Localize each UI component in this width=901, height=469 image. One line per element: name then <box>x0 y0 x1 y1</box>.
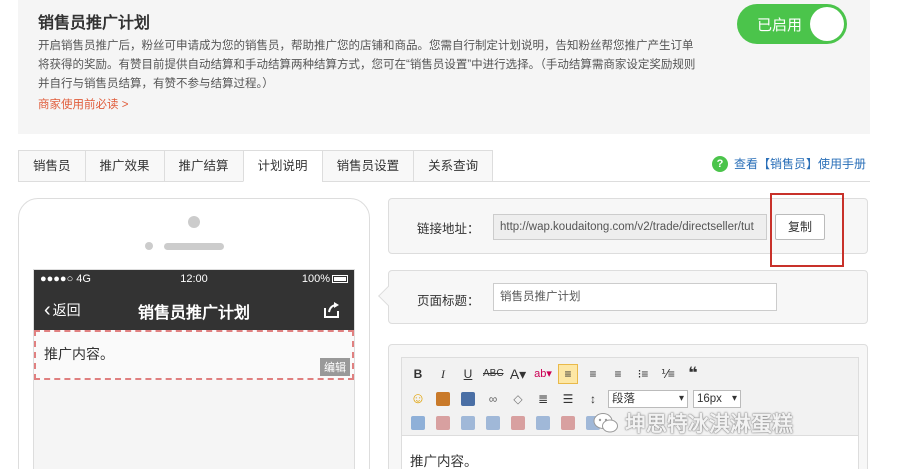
status-bar: ●●●●○ 4G 12:00 100% <box>34 270 354 290</box>
tab-relation-query[interactable]: 关系查询 <box>413 150 494 182</box>
paragraph-spacing-icon[interactable]: ☰ <box>558 389 578 409</box>
content-block[interactable]: 推广内容。 编辑 <box>34 330 354 380</box>
phone-nav-title: 销售员推广计划 <box>137 305 250 322</box>
battery-indicator: 100% <box>302 273 348 285</box>
merge-cells-icon[interactable] <box>536 416 550 430</box>
tab-sellers[interactable]: 销售员 <box>18 150 85 182</box>
link-label: 链接地址： <box>417 222 480 236</box>
watermark: 坤思特冰淇淋蛋糕 <box>593 408 793 438</box>
tab-promotion-effect[interactable]: 推广效果 <box>84 150 164 182</box>
info-description: 开启销售员推广后，粉丝可申请成为您的销售员，帮助推广您的店铺和商品。您需自行制定… <box>38 40 696 90</box>
copy-highlight-box <box>770 193 844 267</box>
link-icon[interactable]: ∞ <box>483 389 503 409</box>
toggle-label: 已启用 <box>757 17 803 34</box>
enable-toggle[interactable]: 已启用 <box>737 4 847 44</box>
insert-col-icon[interactable] <box>486 416 500 430</box>
title-card: 页面标题： 销售员推广计划 <box>378 270 868 324</box>
link-url-field[interactable]: http://wap.koudaitong.com/v2/trade/direc… <box>493 214 767 240</box>
content-text: 推广内容。 <box>44 346 114 362</box>
video-icon[interactable] <box>461 392 475 406</box>
must-read-link[interactable]: 商家使用前必读 > <box>38 96 128 112</box>
paragraph-format-select[interactable]: 段落 <box>608 390 688 408</box>
align-right-icon[interactable]: ≡ <box>608 364 628 384</box>
align-center-icon[interactable]: ≡ <box>583 364 603 384</box>
help-icon: ? <box>712 155 728 172</box>
bullet-list-icon[interactable]: ⁝≡ <box>633 364 653 384</box>
card-pointer <box>378 286 398 306</box>
italic-icon[interactable]: I <box>433 364 453 384</box>
delete-col-icon[interactable] <box>511 416 525 430</box>
line-height-icon[interactable]: ≣ <box>533 389 553 409</box>
page-title-input[interactable]: 销售员推广计划 <box>493 283 777 311</box>
wechat-icon <box>593 413 618 433</box>
share-icon[interactable] <box>322 300 342 320</box>
toolbar-row-3 <box>408 413 603 433</box>
image-icon[interactable] <box>436 392 450 406</box>
tab-seller-settings[interactable]: 销售员设置 <box>321 150 414 182</box>
battery-percent: 100% <box>301 273 330 285</box>
phone-speaker <box>164 243 224 250</box>
edit-badge[interactable]: 编辑 <box>320 358 350 376</box>
editor-content[interactable]: 推广内容。 <box>410 450 478 469</box>
delete-row-icon[interactable] <box>461 416 475 430</box>
help-manual-text: 查看【销售员】使用手册 <box>734 157 867 171</box>
font-color-icon[interactable]: A▾ <box>508 364 528 384</box>
tab-promotion-settlement[interactable]: 推广结算 <box>163 150 243 182</box>
toolbar-row-1: B I U ABC A▾ ab▾ ≡ ≡ ≡ ⁝≡ ⅟≡ ❝ <box>408 364 703 384</box>
highlight-color-icon[interactable]: ab▾ <box>533 364 553 384</box>
quote-icon[interactable]: ❝ <box>683 364 703 384</box>
bold-icon[interactable]: B <box>408 364 428 384</box>
phone-preview: ●●●●○ 4G 12:00 100% ‹ 返回 销售员推广计划 推广内容。 编… <box>18 198 370 469</box>
numbered-list-icon[interactable]: ⅟≡ <box>658 364 678 384</box>
info-title: 销售员推广计划 <box>38 15 151 32</box>
toolbar-row-2: ☺ ∞ ◇ ≣ ☰ ↕ 段落 16px <box>408 389 741 409</box>
help-manual-link[interactable]: ? 查看【销售员】使用手册 <box>712 155 866 172</box>
align-left-icon[interactable]: ≡ <box>558 364 578 384</box>
toggle-knob <box>810 7 844 41</box>
eraser-icon[interactable]: ◇ <box>508 389 528 409</box>
font-size-select[interactable]: 16px <box>693 390 741 408</box>
emoji-icon[interactable]: ☺ <box>408 389 428 409</box>
watermark-text: 坤思特冰淇淋蛋糕 <box>625 413 793 436</box>
indent-icon[interactable]: ↕ <box>583 389 603 409</box>
split-cells-icon[interactable] <box>561 416 575 430</box>
underline-icon[interactable]: U <box>458 364 478 384</box>
table-icon[interactable] <box>411 416 425 430</box>
phone-camera <box>188 216 200 228</box>
title-label: 页面标题： <box>417 294 480 308</box>
phone-screen: ●●●●○ 4G 12:00 100% ‹ 返回 销售员推广计划 推广内容。 编… <box>33 269 355 469</box>
phone-navbar: ‹ 返回 销售员推广计划 <box>34 290 354 330</box>
insert-row-icon[interactable] <box>436 416 450 430</box>
tab-plan-description[interactable]: 计划说明 <box>242 150 322 182</box>
battery-icon <box>332 275 348 284</box>
editor-card: B I U ABC A▾ ab▾ ≡ ≡ ≡ ⁝≡ ⅟≡ ❝ ☺ ∞ ◇ ≣ ☰ <box>388 344 868 469</box>
info-panel: 销售员推广计划 开启销售员推广后，粉丝可申请成为您的销售员，帮助推广您的店铺和商… <box>18 0 870 134</box>
strikethrough-icon[interactable]: ABC <box>483 364 504 384</box>
phone-sensor <box>145 242 153 250</box>
